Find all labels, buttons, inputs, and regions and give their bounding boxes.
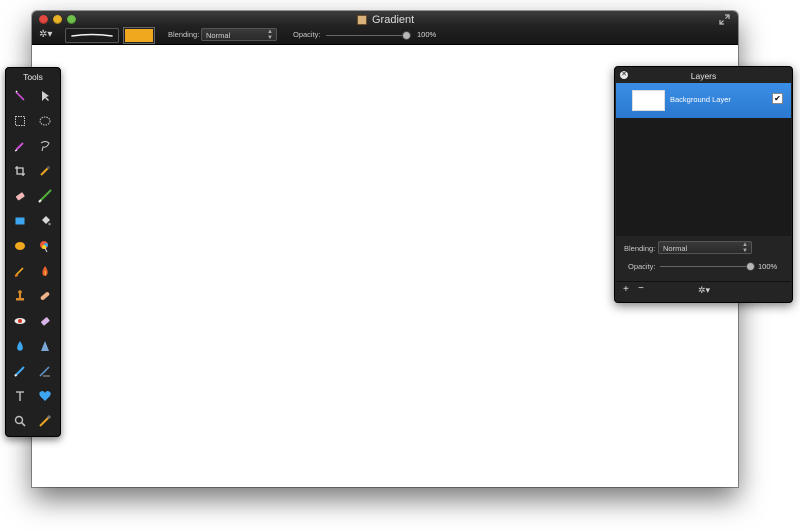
window-title-group: Gradient — [357, 13, 414, 27]
color-wheel-icon[interactable] — [38, 239, 52, 253]
burn-icon[interactable] — [38, 264, 52, 278]
document-icon — [357, 15, 367, 25]
rect-select-icon[interactable] — [13, 114, 27, 128]
eyedropper-icon[interactable] — [38, 164, 52, 178]
opacity-label: Opacity: — [293, 30, 321, 39]
layer-gear-icon[interactable]: ✲▾ — [698, 285, 710, 296]
sharpen-eraser-icon[interactable] — [38, 314, 52, 328]
lasso-icon[interactable] — [38, 139, 52, 153]
select-arrows-icon: ▲ ▼ — [267, 29, 273, 41]
pointer-icon[interactable] — [38, 89, 52, 103]
zoom-window-button[interactable] — [67, 15, 76, 24]
add-layer-button[interactable]: + — [623, 284, 629, 295]
tools-palette: Tools — [5, 67, 61, 437]
lasso-pen-icon[interactable] — [13, 139, 27, 153]
select-arrows-icon: ▲ ▼ — [742, 242, 748, 254]
color-swatch[interactable] — [124, 28, 154, 43]
close-window-button[interactable] — [39, 15, 48, 24]
layer-opacity-slider-track[interactable] — [660, 266, 750, 267]
layer-thumbnail — [632, 90, 665, 111]
cone-icon[interactable] — [38, 339, 52, 353]
heart-shape-icon[interactable] — [38, 389, 52, 403]
layer-opacity-label: Opacity: — [628, 262, 656, 271]
brush-icon[interactable] — [38, 189, 52, 203]
color-picker-icon[interactable] — [38, 414, 52, 428]
minimize-window-button[interactable] — [53, 15, 62, 24]
brush-preview[interactable] — [65, 28, 119, 43]
eraser-icon[interactable] — [13, 189, 27, 203]
layer-row[interactable]: Background Layer ✔ — [616, 83, 791, 118]
title-bar: Gradient ✲▾ Blending: Normal ▲ ▼ Opacity:… — [32, 11, 738, 45]
rectangle-shape-icon[interactable] — [13, 214, 27, 228]
bandage-icon[interactable] — [38, 289, 52, 303]
layers-palette: ✕ Layers Background Layer ✔ Blending: No… — [614, 66, 793, 303]
blending-value: Normal — [206, 31, 231, 40]
layers-list — [616, 118, 791, 236]
clone-stamp-icon[interactable] — [13, 289, 27, 303]
pencil-icon[interactable] — [13, 364, 27, 378]
layer-blending-value: Normal — [663, 244, 688, 253]
opacity-slider-track[interactable] — [326, 35, 404, 36]
red-eye-icon[interactable] — [13, 314, 27, 328]
layer-blending-label: Blending: — [624, 244, 656, 253]
brush-stroke-icon — [71, 33, 113, 37]
blending-label: Blending: — [168, 30, 200, 39]
layer-blending-select[interactable]: Normal ▲ ▼ — [658, 241, 752, 254]
fullscreen-icon[interactable] — [719, 14, 730, 25]
blending-select[interactable]: Normal ▲ ▼ — [201, 28, 277, 41]
window-title: Gradient — [372, 14, 415, 26]
pen-icon[interactable] — [38, 364, 52, 378]
opacity-slider-thumb[interactable] — [402, 31, 411, 40]
paint-bucket-icon[interactable] — [38, 214, 52, 228]
layer-name: Background Layer — [670, 95, 731, 104]
layer-opacity-slider-thumb[interactable] — [746, 262, 755, 271]
gear-icon[interactable]: ✲▾ — [39, 29, 53, 41]
gradient-icon[interactable] — [13, 239, 27, 253]
blur-drop-icon[interactable] — [13, 339, 27, 353]
toolbar: ✲▾ Blending: Normal ▲ ▼ Opacity: 100% — [32, 27, 738, 44]
text-icon[interactable] — [13, 389, 27, 403]
remove-layer-button[interactable]: − — [638, 283, 644, 294]
ellipse-select-icon[interactable] — [38, 114, 52, 128]
layers-title: Layers — [690, 71, 717, 81]
layer-opacity-value: 100% — [758, 262, 778, 271]
tools-title: Tools — [23, 72, 43, 82]
smudge-icon[interactable] — [13, 264, 27, 278]
layer-visibility-checkbox[interactable]: ✔ — [772, 93, 783, 104]
divider — [616, 281, 791, 282]
opacity-value: 100% — [417, 30, 437, 39]
crop-icon[interactable] — [13, 164, 27, 178]
zoom-icon[interactable] — [13, 414, 27, 428]
magic-wand-icon[interactable] — [13, 89, 27, 103]
